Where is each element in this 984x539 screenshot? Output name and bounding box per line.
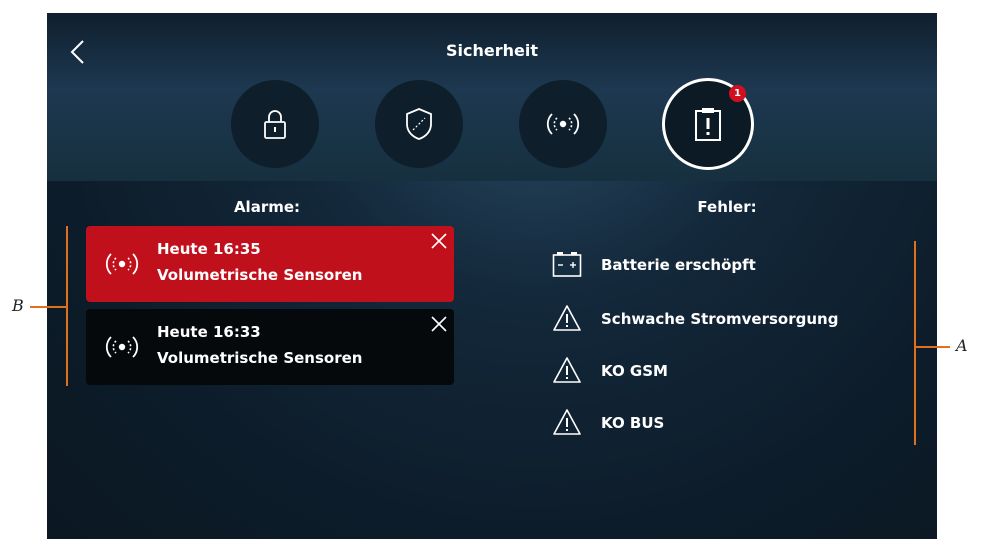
close-icon[interactable] bbox=[430, 232, 448, 250]
callout-bracket-a bbox=[914, 241, 916, 445]
page-title: Sicherheit bbox=[446, 41, 538, 60]
battery-icon bbox=[552, 252, 582, 277]
error-label: KO GSM bbox=[601, 362, 668, 380]
lock-icon bbox=[264, 110, 286, 139]
errors-title: Fehler: bbox=[697, 198, 757, 216]
close-icon[interactable] bbox=[430, 315, 448, 333]
tab-lock[interactable] bbox=[231, 80, 319, 168]
alarm-name: Volumetrische Sensoren bbox=[157, 349, 363, 367]
callout-label-b: B bbox=[12, 296, 24, 315]
header: Sicherheit 1 bbox=[47, 13, 937, 181]
callout-label-a: A bbox=[956, 336, 968, 355]
sensor-icon bbox=[105, 336, 139, 358]
sensor-icon bbox=[105, 253, 139, 275]
error-label: KO BUS bbox=[601, 414, 665, 432]
alarm-name: Volumetrische Sensoren bbox=[157, 266, 363, 284]
warning-icon bbox=[553, 305, 581, 331]
alarms-title: Alarme: bbox=[233, 198, 301, 216]
error-label: Batterie erschöpft bbox=[601, 256, 756, 274]
error-label: Schwache Stromversorgung bbox=[601, 310, 839, 328]
security-screen: Sicherheit 1 Alarme: Fehler: Heute 16:35… bbox=[47, 13, 937, 539]
tab-shield[interactable] bbox=[375, 80, 463, 168]
tab-sensors[interactable] bbox=[519, 80, 607, 168]
alarm-time: Heute 16:35 bbox=[157, 240, 261, 258]
sensor-icon bbox=[546, 113, 580, 135]
warning-icon bbox=[553, 409, 581, 435]
alarm-time: Heute 16:33 bbox=[157, 323, 261, 341]
callout-leader-b bbox=[30, 306, 68, 308]
shield-icon bbox=[406, 108, 432, 140]
callout-leader-a bbox=[914, 346, 950, 348]
alarm-item[interactable]: Heute 16:33 Volumetrische Sensoren bbox=[86, 309, 454, 385]
notification-badge: 1 bbox=[729, 85, 746, 102]
warning-icon bbox=[553, 357, 581, 383]
alarm-item[interactable]: Heute 16:35 Volumetrische Sensoren bbox=[86, 226, 454, 302]
alert-clipboard-icon bbox=[695, 108, 721, 141]
